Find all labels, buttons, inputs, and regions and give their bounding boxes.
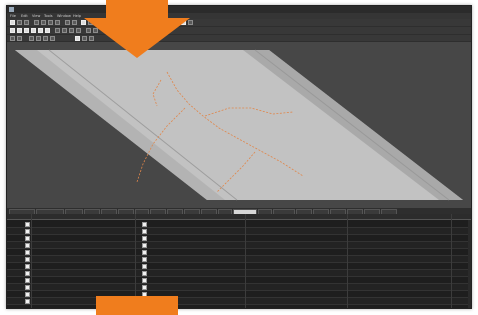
row-checkbox[interactable] (142, 229, 147, 234)
column-divider (347, 214, 348, 308)
table-row[interactable] (7, 256, 471, 263)
highlight-icon[interactable] (75, 36, 80, 41)
table-row[interactable] (7, 298, 471, 305)
grid-scrollbar[interactable] (468, 220, 471, 308)
menu-view[interactable]: View (32, 14, 40, 18)
fit-view-icon[interactable] (62, 28, 67, 33)
table-row[interactable] (7, 291, 471, 298)
row-checkbox[interactable] (25, 299, 30, 304)
save-icon[interactable] (24, 20, 29, 25)
draw-line-icon[interactable] (24, 28, 29, 33)
table-row[interactable] (7, 228, 471, 235)
menu-window[interactable]: Window (57, 14, 71, 18)
row-checkbox[interactable] (25, 243, 30, 248)
menu-tools[interactable]: Tools (44, 14, 53, 18)
app-icon (9, 7, 14, 12)
stop-icon[interactable] (36, 36, 41, 41)
row-checkbox[interactable] (142, 250, 147, 255)
menu-help[interactable]: Help (73, 14, 81, 18)
main-toolbar (7, 19, 471, 27)
table-row[interactable] (7, 263, 471, 270)
menu-edit[interactable]: Edit (21, 14, 28, 18)
row-checkbox[interactable] (142, 236, 147, 241)
data-grid (7, 214, 471, 308)
row-checkbox[interactable] (142, 271, 147, 276)
arrow-up-icon (96, 296, 178, 315)
road-surface (15, 50, 463, 200)
table-row[interactable] (7, 284, 471, 291)
row-checkbox[interactable] (25, 292, 30, 297)
table-row[interactable] (7, 242, 471, 249)
row-checkbox[interactable] (25, 257, 30, 262)
row-checkbox[interactable] (25, 250, 30, 255)
step-back-icon[interactable] (43, 36, 48, 41)
table-row[interactable] (7, 270, 471, 277)
column-divider (245, 214, 246, 308)
zoom-in-icon[interactable] (69, 28, 74, 33)
column-divider (135, 214, 136, 308)
image-viewport[interactable] (7, 42, 471, 208)
redo-icon[interactable] (72, 20, 77, 25)
row-checkbox[interactable] (142, 285, 147, 290)
draw-box-icon[interactable] (31, 28, 36, 33)
arrow-shape (84, 0, 190, 58)
view-toolbar (7, 35, 471, 42)
row-checkbox[interactable] (142, 278, 147, 283)
grid-header (7, 214, 471, 220)
row-checkbox[interactable] (25, 285, 30, 290)
erase-icon[interactable] (55, 28, 60, 33)
column-divider (451, 214, 452, 308)
table-row[interactable] (7, 277, 471, 284)
zoom-out-icon[interactable] (76, 28, 81, 33)
measure-icon[interactable] (17, 28, 22, 33)
secondary-toolbar (7, 27, 471, 35)
crack-trace-icon[interactable] (45, 28, 50, 33)
undo-icon[interactable] (65, 20, 70, 25)
table-row[interactable] (7, 221, 471, 228)
row-checkbox[interactable] (25, 229, 30, 234)
road-surface-view (15, 49, 463, 201)
marker-icon[interactable] (38, 28, 43, 33)
table-row[interactable] (7, 249, 471, 256)
row-checkbox[interactable] (25, 236, 30, 241)
arrow-shape (96, 296, 178, 315)
new-file-icon[interactable] (10, 20, 15, 25)
open-folder-icon[interactable] (17, 20, 22, 25)
grid-view-icon[interactable] (10, 28, 15, 33)
row-checkbox[interactable] (25, 222, 30, 227)
view-top-icon[interactable] (17, 36, 22, 41)
row-checkbox[interactable] (25, 271, 30, 276)
table-row[interactable] (7, 235, 471, 242)
arrow-down-icon (84, 0, 190, 58)
step-forward-icon[interactable] (50, 36, 55, 41)
column-divider (31, 214, 32, 308)
title-bar (7, 6, 471, 13)
paste-icon[interactable] (55, 20, 60, 25)
row-checkbox[interactable] (25, 264, 30, 269)
print-icon[interactable] (34, 20, 39, 25)
copy-icon[interactable] (48, 20, 53, 25)
row-checkbox[interactable] (142, 222, 147, 227)
row-checkbox[interactable] (142, 257, 147, 262)
row-checkbox[interactable] (25, 278, 30, 283)
cut-icon[interactable] (41, 20, 46, 25)
row-checkbox[interactable] (142, 243, 147, 248)
play-icon[interactable] (29, 36, 34, 41)
row-checkbox[interactable] (142, 264, 147, 269)
application-window: File Edit View Tools Window Help (6, 5, 472, 309)
menu-file[interactable]: File (10, 14, 16, 18)
view-3d-icon[interactable] (10, 36, 15, 41)
